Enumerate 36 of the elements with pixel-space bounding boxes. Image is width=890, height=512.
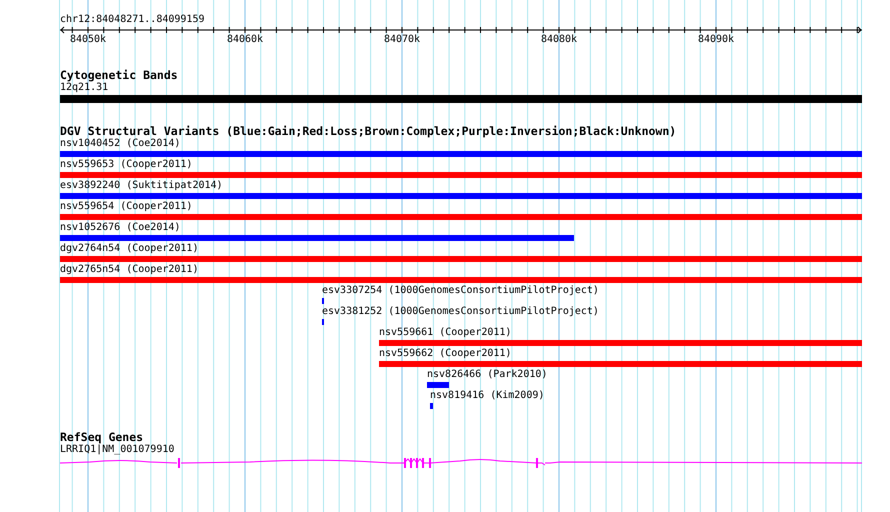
ruler-tick-label: 84080k [540, 34, 578, 46]
variant-bar[interactable] [60, 256, 862, 262]
variant-bar[interactable] [60, 277, 862, 283]
variant-label: esv3381252 (1000GenomesConsortiumPilotProject) [322, 306, 599, 318]
track-title: DGV Structural Variants (Blue:Gain;Red:Loss;Brown:Complex;Purple:Inversion;Black:Unknown) [60, 125, 678, 138]
variant-label: nsv826466 (Park2010) [427, 369, 548, 381]
variant-label: nsv559654 (Cooper2011) [60, 201, 192, 213]
variant-label: esv3307254 (1000GenomesConsortiumPilotProject) [322, 285, 599, 297]
variant-bar[interactable] [430, 403, 433, 409]
variant-bar[interactable] [60, 172, 862, 178]
variant-label: dgv2764n54 (Cooper2011) [60, 243, 198, 255]
variant-bar[interactable] [379, 361, 862, 367]
variant-label: nsv819416 (Kim2009) [430, 390, 544, 402]
variant-label: nsv1052676 (Coe2014) [60, 222, 180, 234]
variant-bar[interactable] [60, 214, 862, 220]
band-bar[interactable] [60, 95, 862, 103]
variant-bar[interactable] [60, 151, 862, 157]
location-label: chr12:84048271..84099159 [60, 14, 206, 26]
ruler-tick-label: 84060k [226, 34, 264, 46]
ruler-tick-label: 84070k [384, 34, 420, 46]
gene-label: LRRIQ1|NM_001079910 [60, 444, 176, 456]
variant-label: nsv559661 (Cooper2011) [379, 327, 512, 339]
variant-bar[interactable] [60, 193, 862, 199]
variant-label: dgv2765n54 (Cooper2011) [60, 264, 198, 276]
track-title: RefSeq Genes [60, 431, 144, 444]
variant-bar[interactable] [427, 382, 449, 388]
variant-bar[interactable] [379, 340, 862, 346]
variant-label: nsv559662 (Cooper2011) [379, 348, 512, 360]
variant-bar[interactable] [60, 235, 574, 241]
variant-label: nsv1040452 (Coe2014) [60, 138, 180, 150]
ruler-tick-label: 84050k [70, 34, 106, 46]
ruler-tick-label: 84090k [698, 34, 734, 46]
variant-label: nsv559653 (Cooper2011) [60, 159, 192, 171]
variant-label: esv3892240 (Suktitipat2014) [60, 180, 223, 192]
track-title: Cytogenetic Bands [60, 69, 179, 82]
band-label: 12q21.31 [60, 82, 108, 94]
